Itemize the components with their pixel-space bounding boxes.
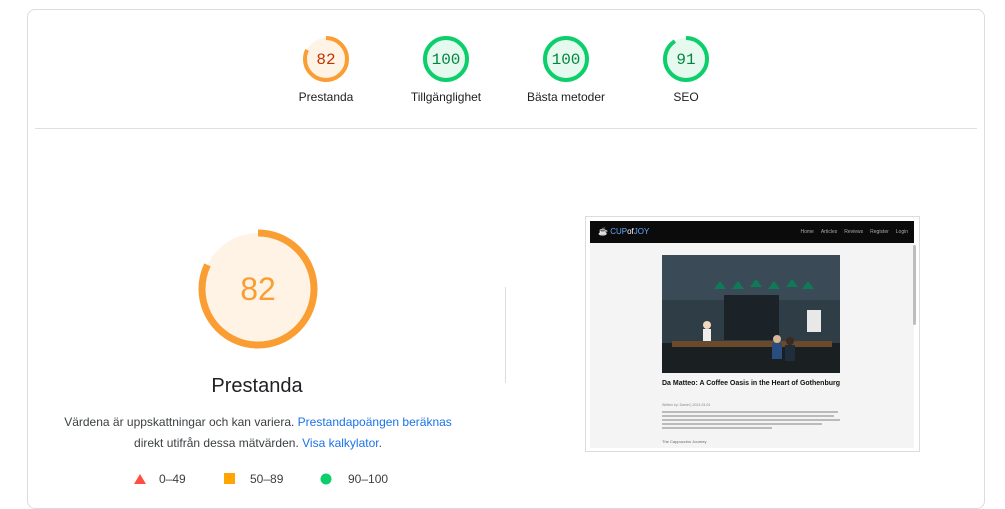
gauge-accessibility[interactable]: 100 Tillgänglighet [386, 34, 506, 104]
triangle-icon [134, 474, 146, 484]
gauge-score: 100 [432, 51, 461, 69]
gauge-best-practices[interactable]: 100 Bästa metoder [506, 34, 626, 104]
nav-articles: Articles [820, 229, 838, 235]
performance-score: 82 [240, 271, 276, 307]
logo-of: of [627, 227, 634, 236]
nav-home: Home [800, 229, 814, 235]
scrollbar[interactable] [913, 245, 916, 325]
nav-login: Login [895, 229, 908, 235]
square-icon [224, 473, 235, 484]
view-calculator-link[interactable]: Visa kalkylator [302, 436, 378, 450]
cup-icon: ☕ [598, 227, 608, 236]
logo-joy: JOY [633, 227, 650, 236]
legend-pass: 90–100 [320, 472, 388, 486]
gauge-score: 100 [552, 51, 581, 69]
legend-range: 0–49 [159, 472, 186, 486]
gauge-score: 82 [316, 51, 335, 69]
article-photo [662, 255, 840, 373]
section-divider [35, 128, 977, 129]
gauge-label: Bästa metoder [526, 90, 606, 104]
article-text-lines [662, 411, 842, 431]
gauge-ring: 82 [303, 36, 349, 82]
gauge-score: 91 [676, 51, 695, 69]
performance-title: Prestanda [211, 375, 303, 397]
circle-icon [320, 473, 332, 485]
legend-fail: 0–49 [133, 472, 186, 486]
site-nav-links: Home Articles Reviews Register Login [800, 229, 908, 235]
site-navbar: ☕ CUPofJOY Home Articles Reviews Registe… [590, 221, 914, 243]
nav-reviews: Reviews [844, 229, 864, 235]
final-screenshot[interactable]: ☕ CUPofJOY Home Articles Reviews Registe… [585, 216, 920, 452]
gauge-ring: 91 [663, 36, 709, 82]
gauge-performance[interactable]: 82 Prestanda [266, 34, 386, 104]
gauge-label: Prestanda [298, 90, 354, 104]
article-meta: Written by: Daniel | 2024-03-04 [662, 403, 711, 407]
gauge-ring: 100 [423, 36, 469, 82]
site-logo: ☕ CUPofJOY [598, 227, 649, 236]
performance-description: Värdena är uppskattningar och kan varier… [60, 412, 456, 454]
score-calculation-link[interactable]: Prestandapoängen beräknas [298, 415, 452, 429]
legend-range: 50–89 [250, 472, 284, 486]
gauge-seo[interactable]: 91 SEO [626, 34, 746, 104]
legend-average: 50–89 [223, 472, 283, 486]
nav-register: Register [870, 229, 889, 235]
desc-text: Värdena är uppskattningar och kan varier… [64, 415, 298, 429]
vertical-divider [505, 287, 506, 383]
performance-gauge: 82 [198, 229, 318, 349]
desc-text: direkt utifrån dessa mätvärden. [134, 436, 303, 450]
logo-cup: CUP [610, 227, 628, 236]
desc-text: . [378, 436, 382, 450]
gauge-label: Tillgänglighet [410, 90, 482, 104]
gauge-label: SEO [673, 90, 699, 104]
article-title: Da Matteo: A Coffee Oasis in the Heart o… [662, 380, 840, 387]
article-subheading: The Cappuccino Journey [662, 439, 707, 444]
gauge-ring: 100 [543, 36, 589, 82]
legend-range: 90–100 [348, 472, 389, 486]
